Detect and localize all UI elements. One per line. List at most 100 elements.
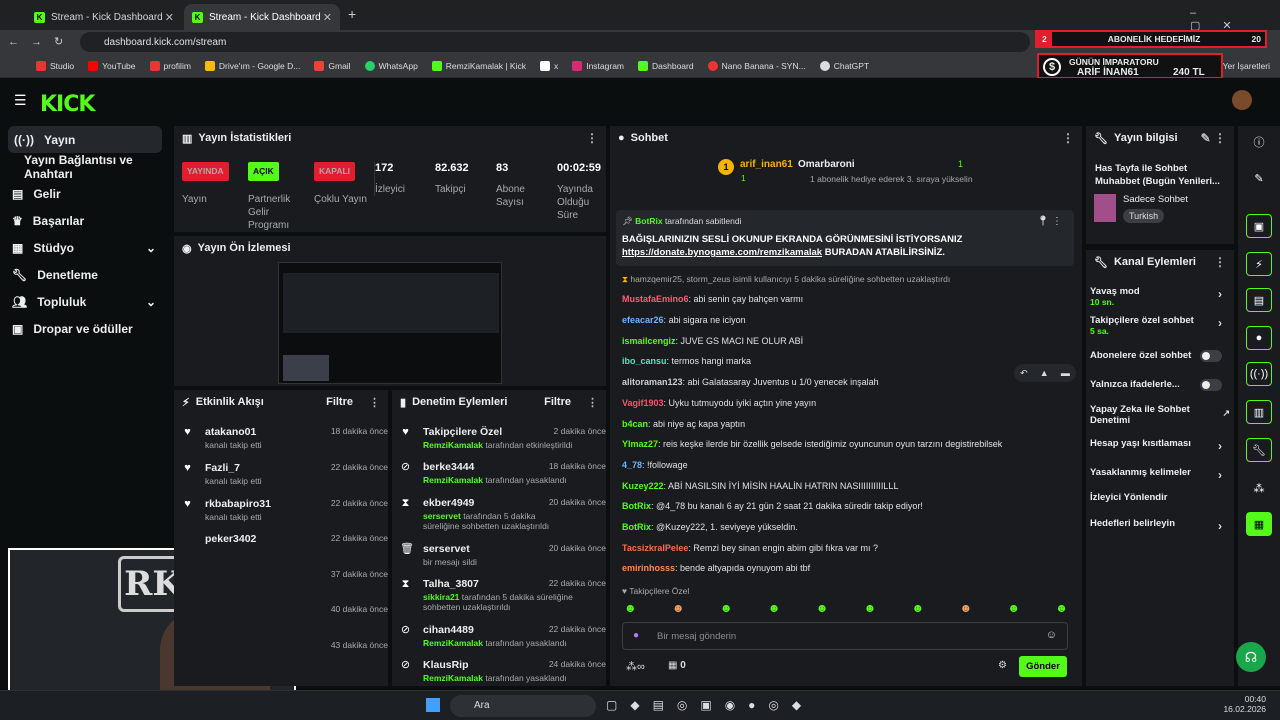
bookmark[interactable]: Dashboard	[638, 60, 694, 71]
chat-username[interactable]: ibo_cansu	[622, 356, 667, 366]
chat-input[interactable]: ● Bir mesaj gönderin ☺	[622, 622, 1068, 650]
followers-only-row[interactable]: Takipçilere özel sohbet 5 sa. ›	[1090, 315, 1230, 336]
bookmark[interactable]: Nano Banana - SYN...	[707, 60, 806, 71]
sidebar-item-gelir[interactable]: ▤ Gelir	[0, 180, 170, 207]
more-options-icon[interactable]: ⋮	[369, 396, 380, 409]
mic-icon[interactable]: ●	[633, 630, 639, 641]
avatar[interactable]	[1232, 90, 1252, 110]
ai-moderation-row[interactable]: Yapay Zeka ile Sohbet Denetimi ↗	[1090, 404, 1230, 426]
sidebar-item-basarilar[interactable]: ♛ Başarılar	[0, 207, 170, 234]
chat-message[interactable]: alitoraman123: abi Galatasaray Juventus …	[622, 377, 879, 387]
window-controls[interactable]: –▢✕	[1190, 7, 1280, 32]
goals-row[interactable]: Hedefleri belirleyin ›	[1090, 518, 1230, 533]
bookmark[interactable]: ChatGPT	[819, 60, 869, 71]
send-button[interactable]: Gönder	[1019, 656, 1067, 677]
wrench-icon[interactable]: 🔧︎	[1246, 438, 1272, 462]
browser-tab-active[interactable]: K Stream - Kick Dashboard ✕	[184, 4, 340, 30]
chat-message[interactable]: efeacar26: abi sigara ne iciyon	[622, 315, 746, 325]
chat-username[interactable]: efeacar26	[622, 315, 664, 325]
emotes-only-toggle[interactable]	[1200, 379, 1222, 391]
bookmark[interactable]: x	[539, 60, 558, 71]
chat-message[interactable]: Ylmaz27: reis keşke ilerde bir özellik g…	[622, 439, 1002, 449]
chat-message[interactable]: BotRix: @4_78 bu kanalı 6 ay 21 gün 2 sa…	[622, 501, 923, 511]
sidebar-item-studyo[interactable]: ▦ Stüdyo ⌄	[0, 234, 170, 261]
taskbar-apps[interactable]: ▢◆▤◎▣◉●◎◆	[606, 698, 814, 712]
filter-button[interactable]: Filtre	[326, 396, 353, 408]
chat-icon[interactable]: ●	[1246, 326, 1272, 350]
info-icon[interactable]: ⓘ	[1246, 130, 1272, 154]
chat-username[interactable]: 4_78	[622, 460, 642, 470]
menu-icon[interactable]: ☰	[14, 92, 27, 109]
account-age-row[interactable]: Hesap yaşı kısıtlaması ›	[1090, 438, 1230, 453]
close-tab-icon[interactable]: ✕	[165, 11, 174, 24]
emoji-icon[interactable]: ☺	[1046, 629, 1057, 641]
chat-message[interactable]: ismailcengiz: JUVE GS MACI NE OLUR ABİ	[622, 336, 803, 346]
trash-icon[interactable]: ▬	[1061, 368, 1070, 378]
document-icon[interactable]: ▤	[1246, 288, 1272, 312]
banned-words-row[interactable]: Yasaklanmış kelimeler ›	[1090, 467, 1230, 482]
chat-message[interactable]: Vagif1903: Uyku tutmuyodu iyiki açtın yi…	[622, 398, 816, 408]
kick-logo[interactable]: KICK	[40, 92, 95, 117]
unpin-icon[interactable]: 📍︎ ⋮	[1037, 216, 1062, 227]
filter-button[interactable]: Filtre	[544, 396, 571, 408]
more-options-icon[interactable]: ⋮	[587, 396, 598, 409]
raid-row[interactable]: İzleyici Yönlendir	[1090, 492, 1230, 503]
url-field[interactable]: dashboard.kick.com/stream	[80, 32, 1030, 52]
clock[interactable]: 00:40 16.02.2026	[1222, 694, 1266, 714]
loop-icon[interactable]: ⁂∞	[626, 660, 645, 673]
next-gifter-name[interactable]: Omarbaroni	[798, 159, 855, 170]
nav-arrows-icon[interactable]: ←→↻	[8, 35, 75, 48]
edit-icon[interactable]: ✎	[1246, 166, 1272, 190]
chat-message[interactable]: emirinhosss: bende altyapıda oynuyom abi…	[622, 563, 810, 573]
chat-username[interactable]: Ylmaz27	[622, 439, 658, 449]
donate-link[interactable]: https://donate.bynogame.com/remzikamalak	[622, 247, 822, 258]
chat-message[interactable]: BotRix: @Kuzey222, 1. seviyeye yükseldin…	[622, 522, 798, 532]
points-icon[interactable]: ▦ 0	[668, 660, 686, 671]
chat-username[interactable]: Kuzey222	[622, 481, 664, 491]
preview-video[interactable]	[278, 262, 502, 384]
browser-tab[interactable]: K Stream - Kick Dashboard ✕	[26, 4, 182, 30]
chat-username[interactable]: BotRix	[622, 522, 651, 532]
chat-message[interactable]: MustafaEmino6: abi senin çay bahçen varm…	[622, 294, 803, 304]
chat-username[interactable]: ismailcengiz	[622, 336, 676, 346]
more-options-icon[interactable]: ⋮	[1214, 255, 1226, 269]
chat-username[interactable]: emirinhosss	[622, 563, 675, 573]
share-icon[interactable]: ⁂	[1246, 476, 1272, 500]
bookmarks-folder[interactable]: Yer İşaretleri	[1223, 61, 1270, 71]
tag-chip[interactable]: Turkish	[1123, 209, 1165, 223]
layout-icon[interactable]: ▥	[1246, 400, 1272, 424]
pin-icon[interactable]: ▲	[1040, 368, 1049, 378]
sidebar-item-topluluk[interactable]: 👥︎ Topluluk ⌄	[0, 288, 170, 315]
chat-message[interactable]: b4can: abi niye aç kapa yaptın	[622, 419, 745, 429]
broadcast-icon[interactable]: ((·))	[1246, 362, 1272, 386]
chat-message[interactable]: 4_78: !followage	[622, 460, 688, 470]
settings-icon[interactable]: ⚙	[998, 660, 1007, 671]
bookmark[interactable]: Studio	[36, 60, 74, 71]
headset-icon[interactable]: ☊	[1236, 642, 1266, 672]
edit-icon[interactable]: ✎ ⋮	[1201, 131, 1226, 145]
more-options-icon[interactable]: ⋮	[586, 131, 598, 145]
sidebar-item-dropar[interactable]: ▣ Dropar ve ödüller	[0, 315, 170, 342]
chat-username[interactable]: Vagif1903	[622, 398, 664, 408]
bookmark[interactable]: profilim	[149, 60, 191, 71]
chat-username[interactable]: alitoraman123	[622, 377, 683, 387]
subscribers-only-toggle[interactable]	[1200, 350, 1222, 362]
bookmark[interactable]: WhatsApp	[364, 60, 418, 71]
app-icon[interactable]: ▦	[1246, 512, 1272, 536]
message-action-bar[interactable]: ↶ ▲ ▬	[1014, 364, 1076, 382]
more-options-icon[interactable]: ⋮	[1062, 131, 1074, 145]
windows-start-icon[interactable]	[426, 698, 440, 712]
bookmark[interactable]: Drive'ım - Google D...	[204, 60, 300, 71]
bolt-icon[interactable]: ⚡︎	[1246, 252, 1272, 276]
chat-username[interactable]: MustafaEmino6	[622, 294, 689, 304]
emote-bar[interactable]: ☻ ☻ ☻ ☻ ☻ ☻ ☻ ☻ ☻ ☻	[624, 601, 1068, 615]
bookmark[interactable]: Instagram	[572, 60, 624, 71]
chat-username[interactable]: TacsizkralPelee	[622, 543, 688, 553]
close-tab-icon[interactable]: ✕	[323, 11, 332, 24]
scan-icon[interactable]: ▣	[1246, 214, 1272, 238]
chat-username[interactable]: BotRix	[622, 501, 651, 511]
sidebar-item-denetleme[interactable]: 🔧︎ Denetleme	[0, 261, 170, 288]
sidebar-item-yayin[interactable]: ((·)) Yayın	[8, 126, 162, 153]
new-tab-button[interactable]: +	[348, 6, 356, 22]
chat-message[interactable]: TacsizkralPelee: Remzi bey sinan engin a…	[622, 543, 878, 553]
